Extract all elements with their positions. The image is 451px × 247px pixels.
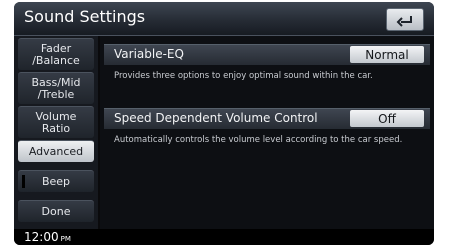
variable-eq-label: Variable-EQ: [114, 47, 184, 61]
clock-ampm: PM: [60, 235, 71, 243]
clock: 12:00 PM: [24, 230, 71, 244]
title-bar: Sound Settings: [14, 2, 434, 36]
sidebar-item-fader-balance[interactable]: Fader /Balance: [18, 38, 94, 70]
variable-eq-row[interactable]: Variable-EQ Normal: [104, 44, 430, 65]
variable-eq-description: Provides three options to enjoy optimal …: [114, 71, 373, 81]
back-arrow-icon: [396, 15, 412, 27]
speed-dependent-volume-description: Automatically controls the volume level …: [114, 135, 403, 145]
variable-eq-value-button[interactable]: Normal: [350, 46, 424, 63]
speed-dependent-volume-value-button[interactable]: Off: [350, 110, 424, 127]
status-bar: 12:00 PM: [14, 229, 434, 245]
sidebar-menu: Fader /Balance Bass/Mid /Treble Volume R…: [14, 36, 98, 229]
sidebar-item-bass-mid-treble[interactable]: Bass/Mid /Treble: [18, 72, 94, 104]
speed-dependent-volume-label: Speed Dependent Volume Control: [114, 111, 318, 125]
back-button[interactable]: [386, 8, 424, 31]
speed-dependent-volume-row[interactable]: Speed Dependent Volume Control Off: [104, 108, 430, 129]
sidebar-item-advanced[interactable]: Advanced: [18, 140, 94, 162]
sidebar-item-beep[interactable]: Beep: [18, 170, 94, 192]
page-title: Sound Settings: [24, 7, 146, 26]
settings-panel: Variable-EQ Normal Provides three option…: [100, 36, 434, 229]
sound-settings-screen: Sound Settings Fader /Balance Bass/Mid /…: [14, 2, 434, 245]
sidebar-item-done[interactable]: Done: [18, 200, 94, 222]
sidebar-item-volume-ratio[interactable]: Volume Ratio: [18, 106, 94, 138]
beep-checkbox[interactable]: [22, 175, 25, 188]
clock-time: 12:00: [24, 230, 59, 244]
